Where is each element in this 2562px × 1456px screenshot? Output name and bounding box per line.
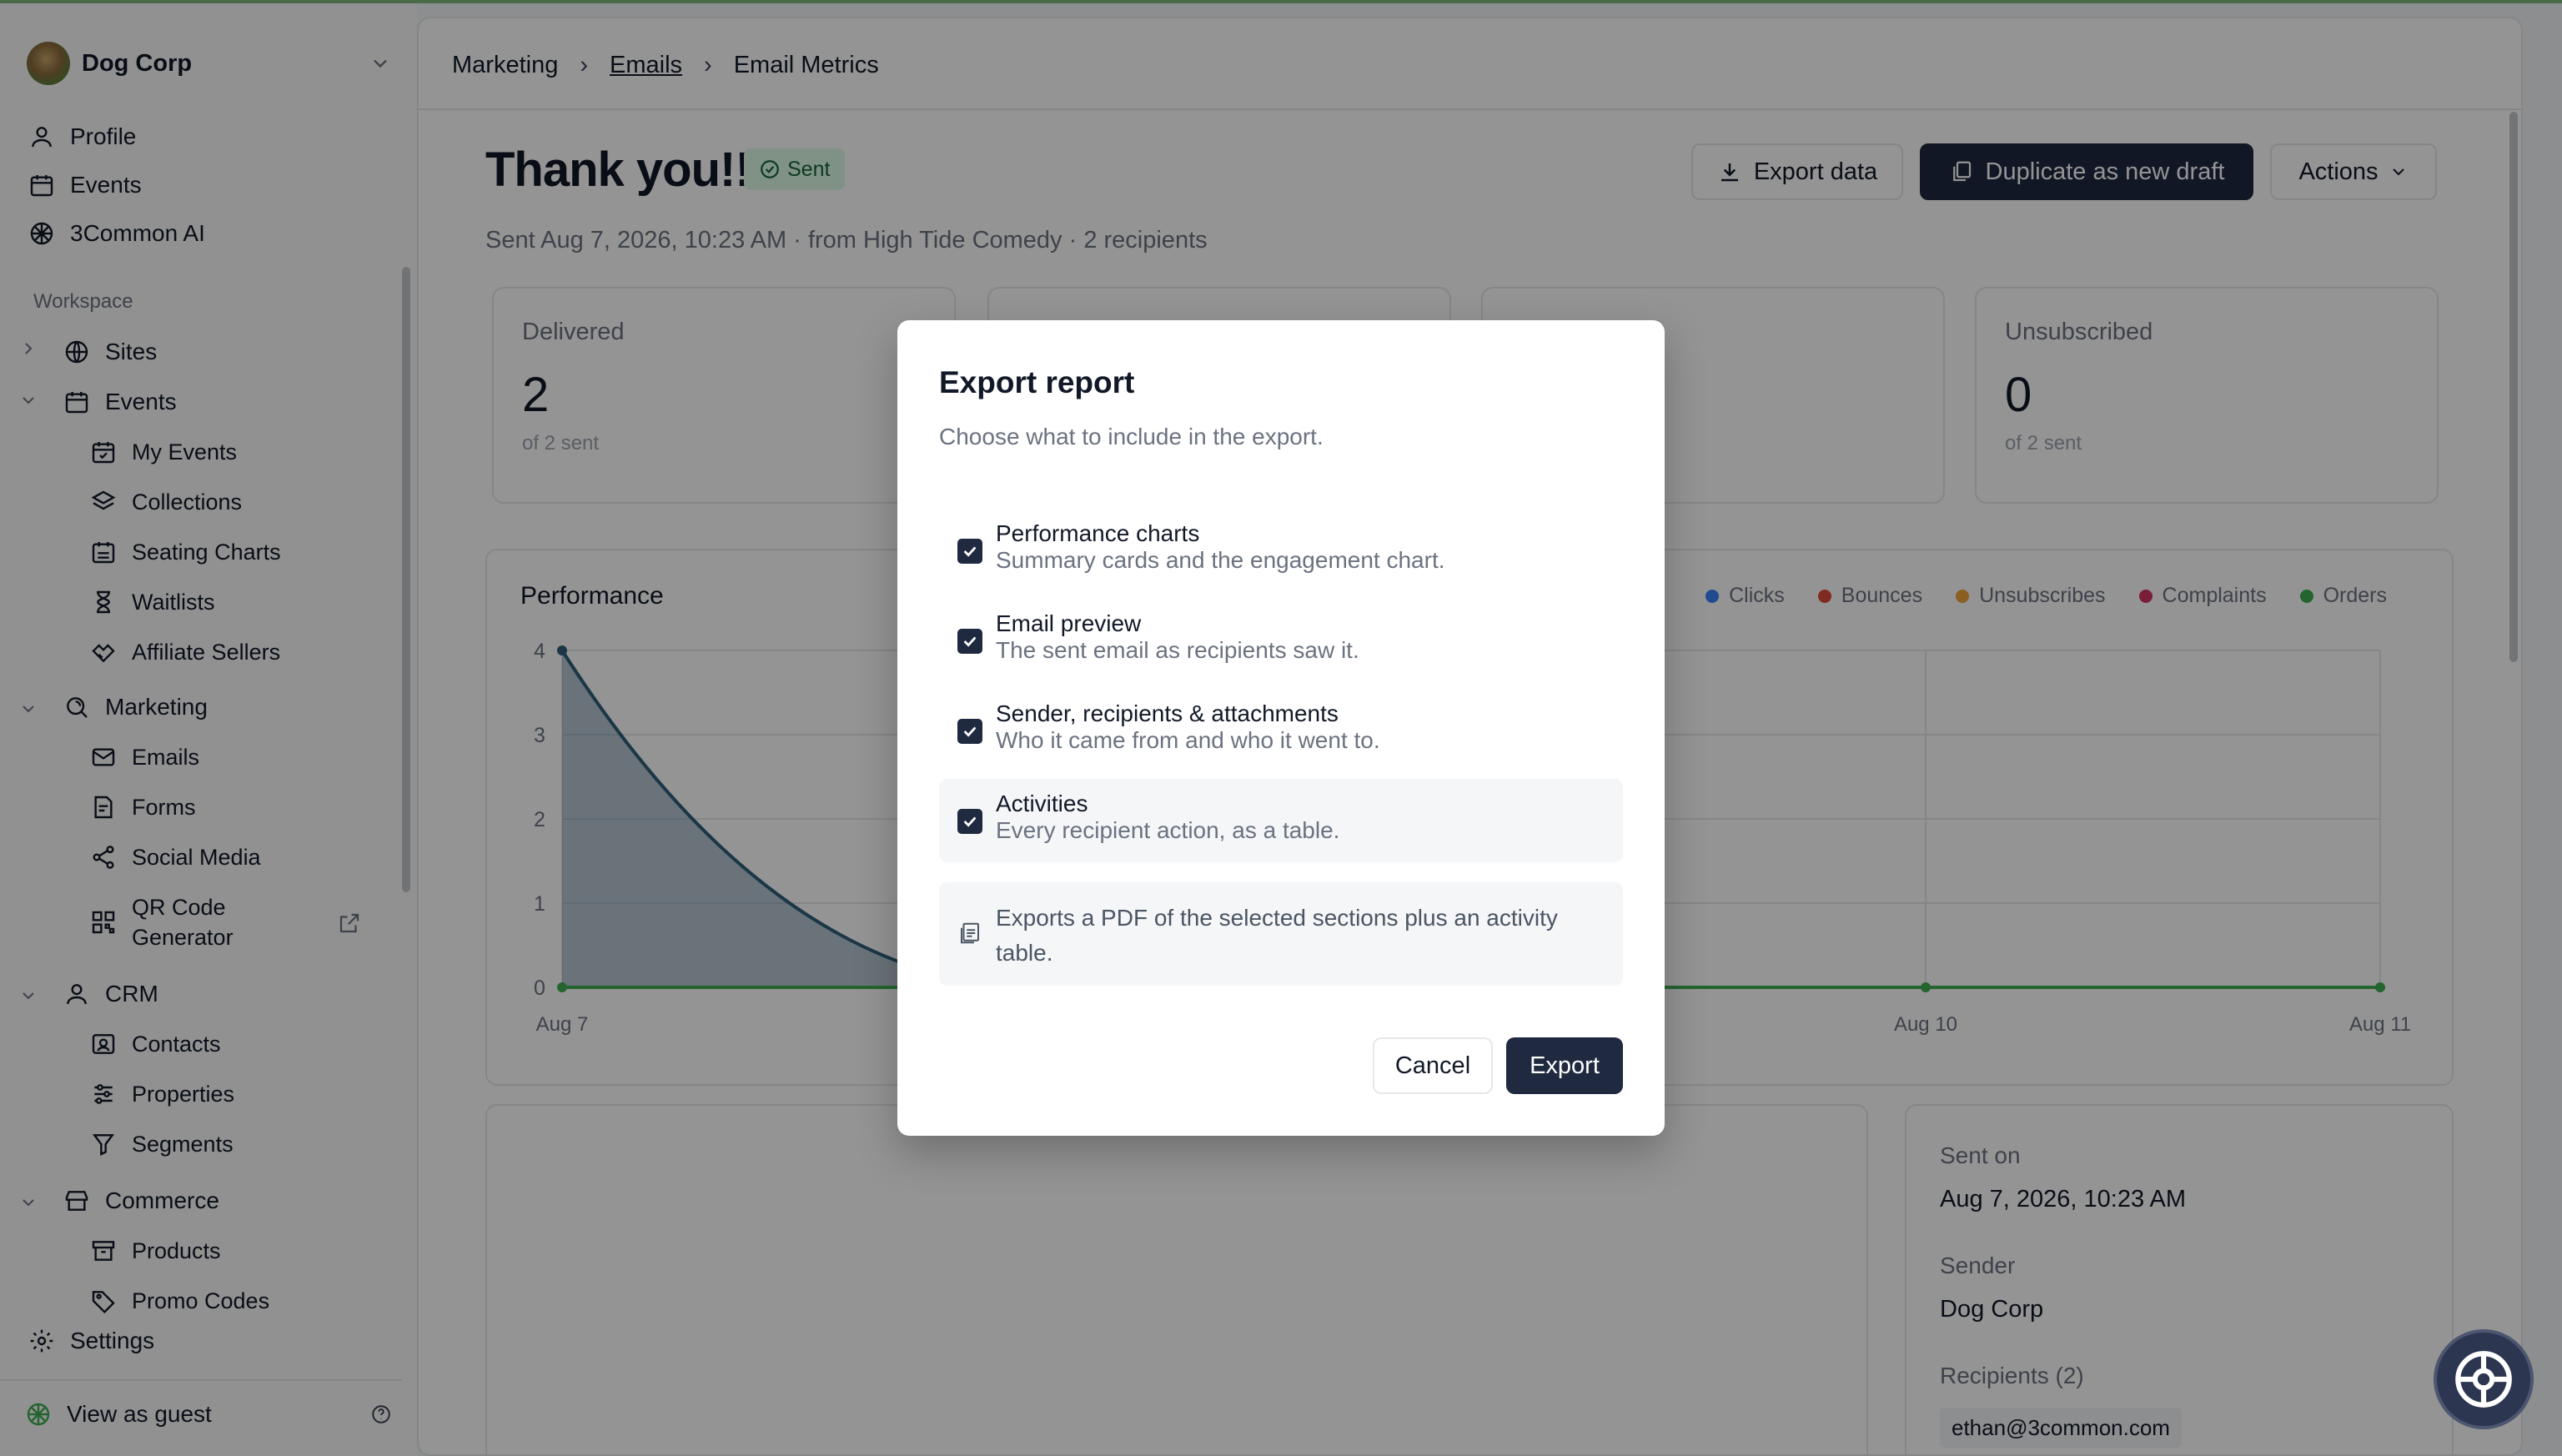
option-sender-recipients[interactable]: Sender, recipients & attachments Who it …	[939, 689, 1623, 772]
export-info-note: Exports a PDF of the selected sections p…	[939, 882, 1623, 986]
check-icon	[963, 816, 977, 827]
option-sub: Who it came from and who it went to.	[996, 727, 1380, 753]
cancel-button[interactable]: Cancel	[1373, 1037, 1493, 1094]
dialog-description: Choose what to include in the export.	[939, 424, 1324, 449]
option-email-preview[interactable]: Email preview The sent email as recipien…	[939, 599, 1623, 682]
ai-icon	[2455, 1351, 2512, 1408]
checkbox-checked[interactable]	[957, 809, 982, 834]
export-info-text: Exports a PDF of the selected sections p…	[996, 905, 1558, 966]
checkbox-checked[interactable]	[957, 719, 982, 744]
option-sub: The sent email as recipients saw it.	[996, 637, 1359, 663]
dialog-title: Export report	[939, 365, 1135, 399]
option-title: Email preview	[996, 610, 1142, 636]
option-title: Sender, recipients & attachments	[996, 700, 1339, 726]
option-performance-charts[interactable]: Performance charts Summary cards and the…	[939, 509, 1623, 592]
pdf-file-icon	[961, 922, 979, 944]
check-icon	[963, 546, 977, 557]
check-icon	[963, 636, 977, 647]
check-icon	[963, 726, 977, 737]
assistant-fab-button[interactable]	[2434, 1329, 2534, 1429]
option-title: Activities	[996, 791, 1088, 816]
option-title: Performance charts	[996, 520, 1200, 546]
export-report-dialog: Export report Choose what to include in …	[897, 320, 1665, 1136]
option-sub: Every recipient action, as a table.	[996, 817, 1340, 843]
checkbox-checked[interactable]	[957, 539, 982, 564]
option-activities[interactable]: Activities Every recipient action, as a …	[939, 779, 1623, 862]
export-button[interactable]: Export	[1506, 1037, 1623, 1094]
option-sub: Summary cards and the engagement chart.	[996, 547, 1445, 573]
checkbox-checked[interactable]	[957, 629, 982, 654]
